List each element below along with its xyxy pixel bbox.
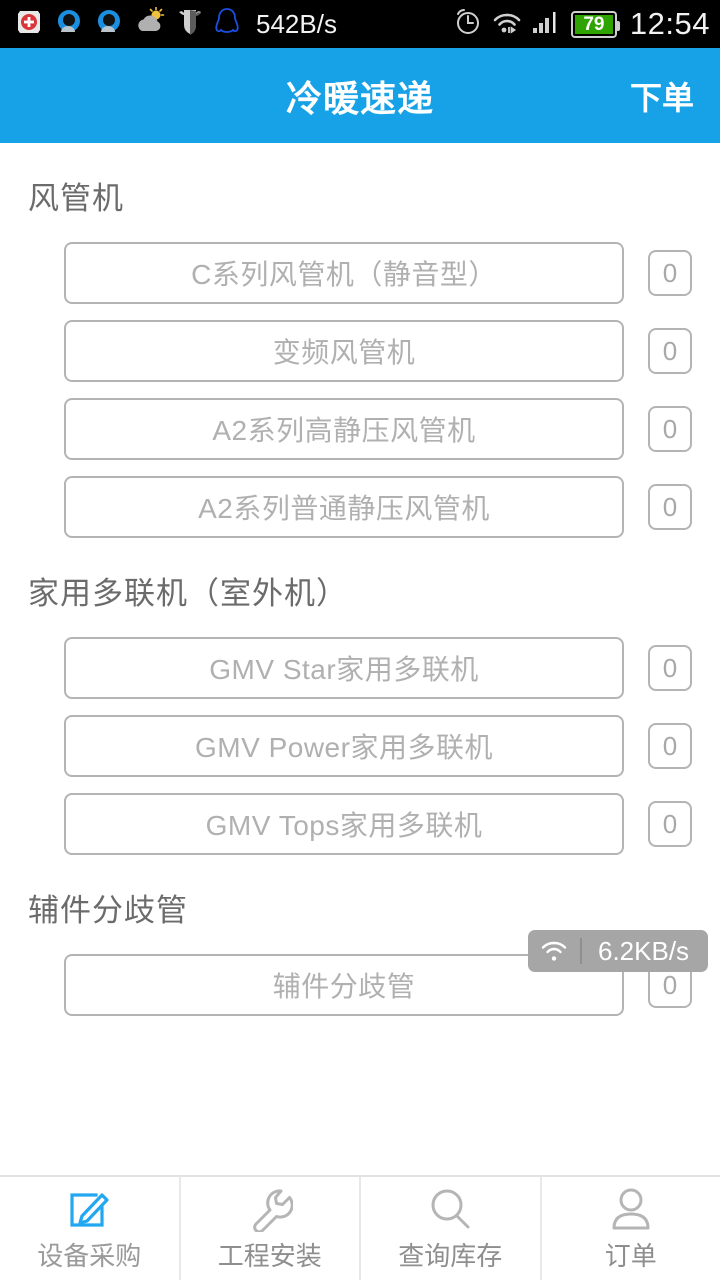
network-speed-value: 6.2KB/s <box>598 935 690 966</box>
qq-penguin-icon <box>214 7 240 42</box>
page-title: 冷暖速递 <box>285 77 434 119</box>
tab-label: 查询库存 <box>398 1241 503 1271</box>
wrench-icon <box>247 1184 293 1232</box>
product-button[interactable]: GMV Star家用多联机 <box>64 637 624 699</box>
section-title: 风管机 <box>28 181 124 216</box>
alarm-clock-icon <box>454 8 482 41</box>
product-button[interactable]: GMV Power家用多联机 <box>64 715 624 777</box>
product-count[interactable]: 0 <box>648 328 692 374</box>
product-row: GMV Tops家用多联机 0 <box>0 793 720 855</box>
network-speed-overlay: 6.2KB/s <box>528 930 708 972</box>
product-count[interactable]: 0 <box>648 645 692 691</box>
product-list-scroll[interactable]: 风管机 C系列风管机（静音型） 0 变频风管机 0 A2系列高静压风管机 0 A… <box>0 143 720 1175</box>
product-button[interactable]: GMV Tops家用多联机 <box>64 793 624 855</box>
qq-browser-icon <box>54 7 84 42</box>
tab-equipment-purchase[interactable]: 设备采购 <box>0 1177 181 1280</box>
wifi-icon <box>528 938 580 964</box>
tab-label: 设备采购 <box>37 1241 142 1271</box>
signal-bars-icon <box>532 8 562 41</box>
tab-engineering-installation[interactable]: 工程安装 <box>181 1177 361 1280</box>
weather-sun-cloud-icon <box>134 6 166 42</box>
battery-level: 79 <box>574 14 613 34</box>
product-count[interactable]: 0 <box>648 723 692 769</box>
battery-icon: 79 <box>570 10 620 38</box>
product-button[interactable]: C系列风管机（静音型） <box>64 242 624 304</box>
tab-orders[interactable]: 订单 <box>542 1177 720 1280</box>
product-button[interactable]: A2系列高静压风管机 <box>64 398 624 460</box>
section-home-multi-split: 家用多联机（室外机） GMV Star家用多联机 0 GMV Power家用多联… <box>0 538 720 855</box>
product-row: GMV Power家用多联机 0 <box>0 715 720 777</box>
product-row: A2系列普通静压风管机 0 <box>0 476 720 538</box>
status-bar-right-icons: 79 12:54 <box>454 6 710 42</box>
qq-browser-icon-2 <box>94 7 124 42</box>
tab-label: 工程安装 <box>217 1241 322 1271</box>
section-title: 辅件分歧管 <box>28 893 188 928</box>
product-count[interactable]: 0 <box>648 406 692 452</box>
red-cross-medical-icon <box>14 7 44 42</box>
product-row: C系列风管机（静音型） 0 <box>0 242 720 304</box>
section-title: 家用多联机（室外机） <box>28 576 348 611</box>
wifi-icon <box>491 8 523 41</box>
person-icon <box>608 1184 654 1232</box>
product-row: A2系列高静压风管机 0 <box>0 398 720 460</box>
app-root: 542B/s 79 12:54 冷暖速递 下单 风管机 C系列风管机（静音型） … <box>0 0 720 1280</box>
edit-document-icon <box>66 1184 112 1232</box>
section-duct-machine: 风管机 C系列风管机（静音型） 0 变频风管机 0 A2系列高静压风管机 0 A… <box>0 143 720 538</box>
status-bar: 542B/s 79 12:54 <box>0 0 720 48</box>
app-header: 冷暖速递 下单 <box>0 48 720 143</box>
search-icon <box>427 1184 473 1232</box>
tab-label: 订单 <box>604 1241 657 1271</box>
product-count[interactable]: 0 <box>648 250 692 296</box>
product-row: 变频风管机 0 <box>0 320 720 382</box>
product-button[interactable]: A2系列普通静压风管机 <box>64 476 624 538</box>
place-order-button[interactable]: 下单 <box>630 73 694 119</box>
product-row: GMV Star家用多联机 0 <box>0 637 720 699</box>
product-count[interactable]: 0 <box>648 801 692 847</box>
status-network-speed: 542B/s <box>256 8 337 39</box>
bottom-tab-bar: 设备采购 工程安装 查询库存 订单 <box>0 1175 720 1280</box>
product-count[interactable]: 0 <box>648 484 692 530</box>
shield-security-icon <box>176 7 204 42</box>
tab-query-inventory[interactable]: 查询库存 <box>361 1177 542 1280</box>
status-clock: 12:54 <box>629 6 710 41</box>
status-bar-left-icons: 542B/s <box>14 6 339 42</box>
product-button[interactable]: 变频风管机 <box>64 320 624 382</box>
